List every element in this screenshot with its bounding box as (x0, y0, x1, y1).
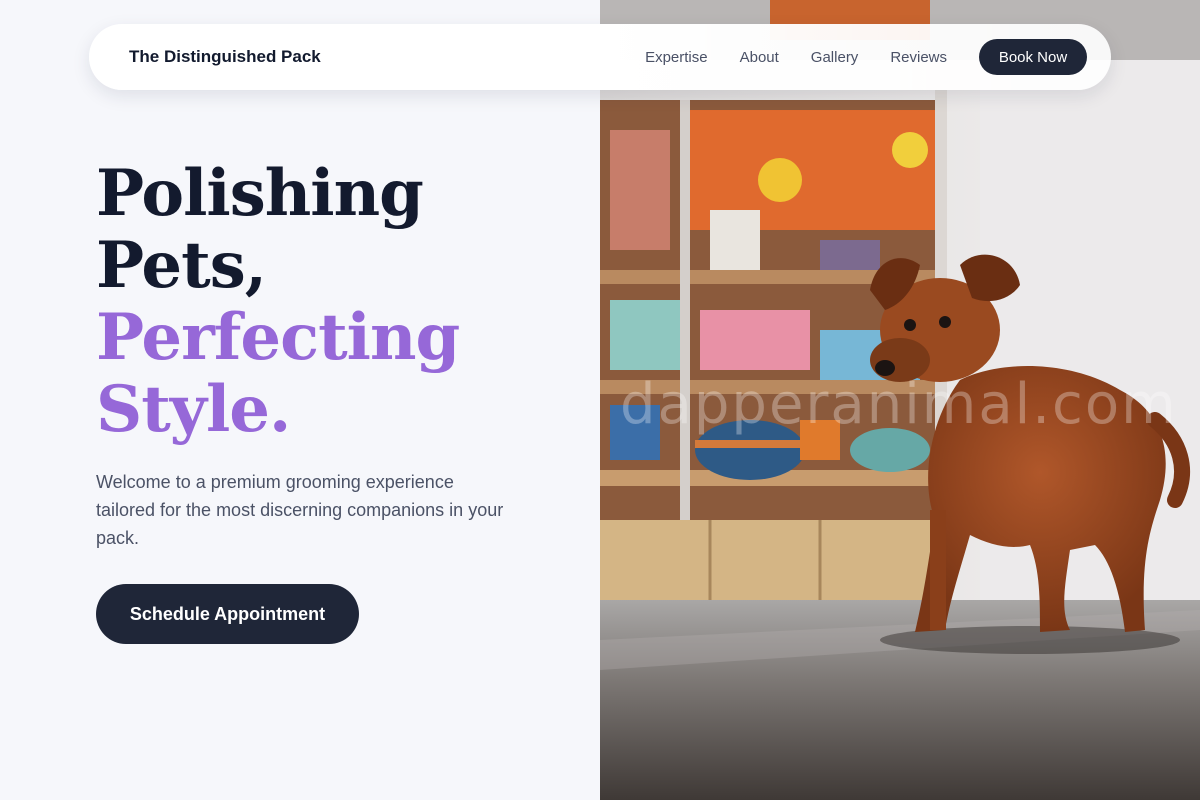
nav-link-reviews[interactable]: Reviews (890, 49, 947, 66)
schedule-appointment-button[interactable]: Schedule Appointment (96, 584, 359, 644)
nav-link-expertise[interactable]: Expertise (645, 49, 708, 66)
hero-headline: Polishing Pets, Perfecting Style. (96, 156, 460, 447)
navbar: The Distinguished Pack Expertise About G… (89, 24, 1111, 90)
hero-description: Welcome to a premium grooming experience… (96, 472, 504, 548)
headline-accent-line-2: Style. (96, 372, 291, 447)
headline-line-1: Polishing (96, 156, 424, 231)
brand-logo[interactable]: The Distinguished Pack (129, 47, 645, 67)
headline-accent-line-1: Perfecting (96, 300, 460, 375)
headline-line-2: Pets, (96, 228, 267, 303)
nav-links: Expertise About Gallery Reviews (645, 49, 947, 66)
nav-link-about[interactable]: About (740, 49, 779, 66)
hero-photo: dapperanimal.com (600, 0, 1200, 800)
nav-link-gallery[interactable]: Gallery (811, 49, 859, 66)
image-watermark: dapperanimal.com (620, 372, 1178, 437)
book-now-button[interactable]: Book Now (979, 39, 1087, 75)
